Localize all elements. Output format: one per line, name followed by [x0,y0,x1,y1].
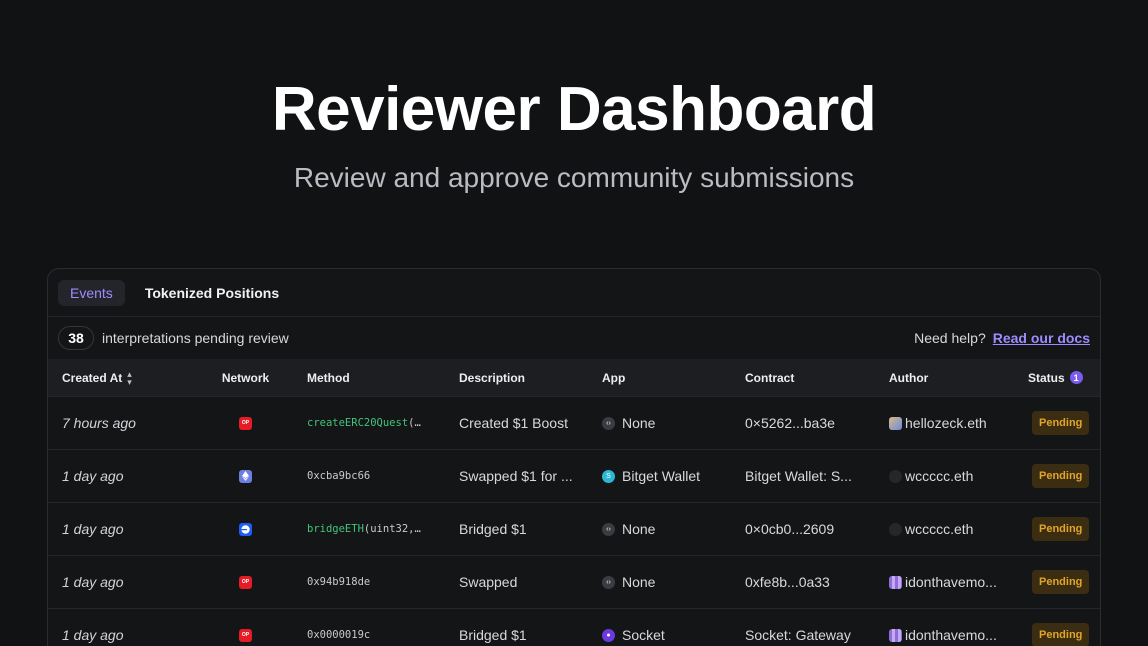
docs-link[interactable]: Read our docs [993,330,1090,346]
method: 0xcba9bc66 [307,470,371,482]
status-cell: Pending [1014,464,1100,488]
app-cell: ‹› None [588,415,731,431]
page-subtitle: Review and approve community submissions [293,162,855,193]
help-text: Need help? [914,330,986,346]
status-cell: Pending [1014,623,1100,646]
table-row[interactable]: 1 day ago OP 0x0000019c Bridged $1 ● Sock… [48,608,1100,646]
status-badge: Pending [1032,411,1090,435]
method: createERC20Quest(… [307,417,421,429]
status-badge: Pending [1032,464,1090,488]
contract[interactable]: 0×5262...ba3e [731,415,875,431]
author-cell[interactable]: wccccc.eth [875,521,1014,537]
author-cell[interactable]: hellozeck.eth [875,415,1014,431]
author-cell[interactable]: wccccc.eth [875,468,1014,484]
description: Swapped [459,574,518,590]
status-badge: Pending [1032,623,1090,646]
description: Bridged $1 [459,521,527,537]
author-cell[interactable]: idonthavemo... [875,627,1014,643]
pending-count-badge: 38 [58,326,94,350]
tab-bar: Events Tokenized Positions [48,269,1100,317]
column-contract: Contract [745,370,795,385]
code-icon: ‹› [602,575,615,589]
created-at: 1 day ago [62,468,124,484]
review-panel: Events Tokenized Positions 38 interpreta… [47,268,1101,646]
table-row[interactable]: 1 day ago OP 0x94b918de Swapped ‹› None 0… [48,555,1100,608]
method: 0x94b918de [307,576,371,588]
column-status: Status 1 [1014,371,1100,385]
socket-icon: ● [602,628,615,642]
table-header: Created At ▴ ▾ Network Method Description… [48,359,1100,396]
description: Bridged $1 [459,627,527,643]
column-app: App [602,370,626,385]
avatar [889,522,902,536]
created-at: 1 day ago [62,574,124,590]
bitget-icon: S [602,469,615,483]
status-badge: Pending [1032,517,1090,541]
status-cell: Pending [1014,411,1100,435]
avatar [889,416,902,430]
contract[interactable]: Socket: Gateway [731,627,875,643]
contract[interactable]: 0×0cb0...2609 [731,521,875,537]
optimism-icon: OP [239,575,252,589]
app-cell: ‹› None [588,574,731,590]
app-cell: ● Socket [588,627,731,643]
network-cell [198,522,293,536]
page-title: Reviewer Dashboard [271,75,877,144]
table-row[interactable]: 1 day ago bridgeETH(uint32,… Bridged $1 … [48,502,1100,555]
status-cell: Pending [1014,570,1100,594]
code-icon: ‹› [602,416,615,430]
status-cell: Pending [1014,517,1100,541]
avatar [889,628,902,642]
summary-bar: 38 interpretations pending review Need h… [48,317,1100,359]
optimism-icon: OP [239,416,252,430]
tab-tokenized-positions[interactable]: Tokenized Positions [133,280,291,306]
contract[interactable]: 0xfe8b...0a33 [731,574,875,590]
created-at: 7 hours ago [62,415,136,431]
created-at: 1 day ago [62,521,124,537]
column-description: Description [459,370,526,385]
column-network: Network [221,370,270,385]
contract[interactable]: Bitget Wallet: S... [731,468,875,484]
description: Created $1 Boost [459,415,568,431]
network-cell: OP [198,416,293,430]
description: Swapped $1 for ... [459,468,573,484]
sort-icon: ▴ ▾ [127,369,132,386]
status-badge: Pending [1032,570,1090,594]
author-cell[interactable]: idonthavemo... [875,574,1014,590]
created-at: 1 day ago [62,627,124,643]
avatar [889,575,902,589]
column-method: Method [307,370,350,385]
code-icon: ‹› [602,522,615,536]
table-row[interactable]: 7 hours ago OP createERC20Quest(… Create… [48,396,1100,449]
table-row[interactable]: 1 day ago 0xcba9bc66 Swapped $1 for ... … [48,449,1100,502]
optimism-icon: OP [239,628,252,642]
app-cell: S Bitget Wallet [588,468,731,484]
network-cell: OP [198,575,293,589]
avatar [889,469,902,483]
pending-summary-text: interpretations pending review [102,330,289,346]
app-cell: ‹› None [588,521,731,537]
ethereum-icon [239,469,252,483]
base-icon [239,522,252,536]
tab-events[interactable]: Events [58,279,125,306]
network-cell [198,469,293,483]
column-author: Author [889,370,929,385]
column-created-at[interactable]: Created At ▴ ▾ [48,370,198,386]
network-cell: OP [198,628,293,642]
method: 0x0000019c [307,629,371,641]
method: bridgeETH(uint32,… [307,523,421,535]
status-count-badge: 1 [1069,371,1083,384]
